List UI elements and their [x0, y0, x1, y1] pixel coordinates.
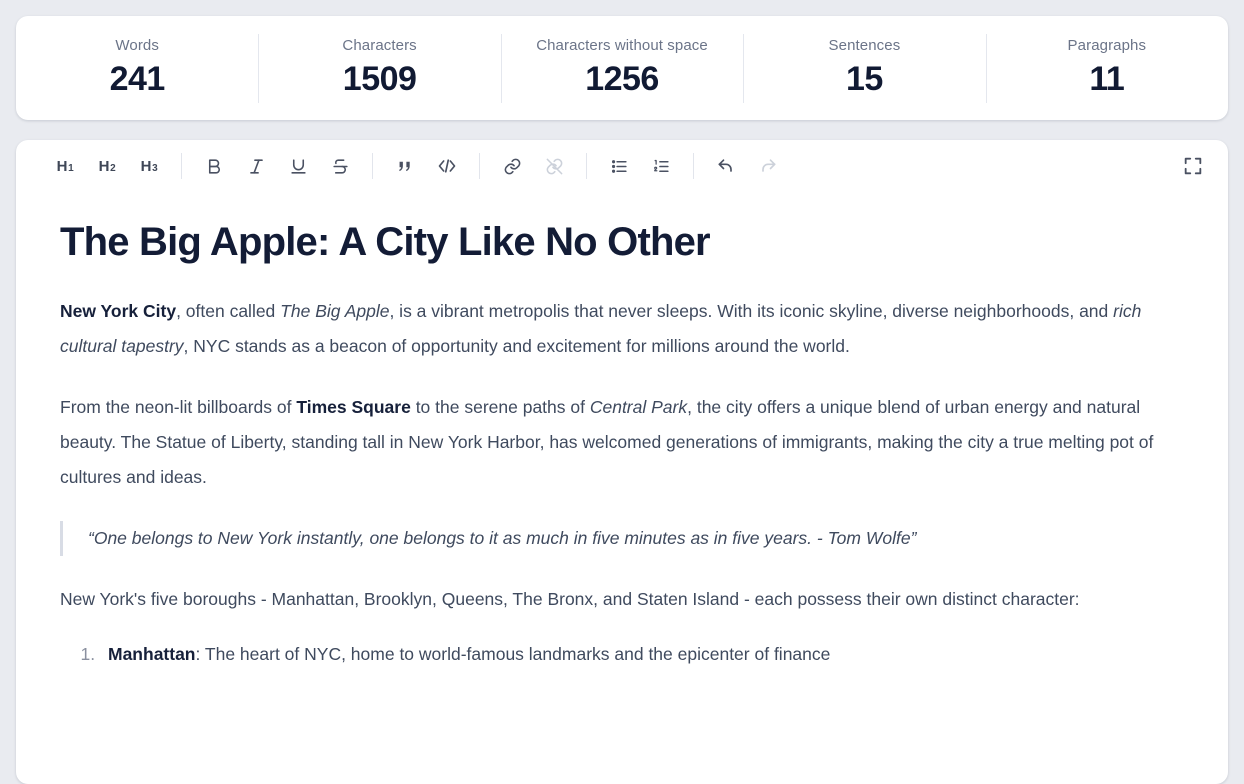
underline-button[interactable] [282, 150, 314, 182]
list-item: Manhattan: The heart of NYC, home to wor… [100, 637, 1184, 672]
paragraph-3: New York's five boroughs - Manhattan, Br… [60, 589, 1080, 609]
heading-3-label: H [140, 157, 152, 175]
toolbar-group-links [491, 150, 575, 182]
p1-text-2: , is a vibrant metropolis that never sle… [389, 301, 1114, 321]
bullet-list-icon [611, 159, 627, 173]
code-icon [438, 159, 456, 173]
redo-icon [762, 159, 776, 172]
undo-icon [718, 159, 732, 172]
p1-text-1: , often called [176, 301, 281, 321]
paragraph-2: From the neon-lit billboards of Times Sq… [60, 390, 1184, 495]
text-statistics-card: Words 241 Characters 1509 Characters wit… [16, 16, 1228, 120]
document-title: The Big Apple: A City Like No Other [60, 220, 711, 264]
code-block-button[interactable] [431, 150, 463, 182]
document-editor-content[interactable]: The Big Apple: A City Like No Other New … [16, 192, 1228, 784]
p2-italic-central-park: Central Park [589, 397, 688, 417]
blockquote-text: “One belongs to New York instantly, one … [88, 528, 917, 548]
bold-button[interactable] [198, 150, 230, 182]
heading-2-button[interactable]: H2 [91, 150, 123, 182]
stat-label: Words [115, 36, 159, 54]
italic-button[interactable] [240, 150, 272, 182]
paragraph-1: New York City, often called The Big Appl… [60, 294, 1184, 364]
heading-2-label: H [98, 157, 110, 175]
p2-text-2: to the serene paths of [410, 397, 590, 417]
link-icon [504, 158, 520, 174]
stat-value: 1509 [342, 59, 417, 98]
toolbar-divider [693, 153, 694, 179]
numbered-list-icon [653, 159, 669, 172]
unlink-icon [546, 158, 562, 174]
underline-icon [290, 158, 306, 174]
link-button[interactable] [496, 150, 528, 182]
toolbar-group-lists [598, 150, 682, 182]
stat-value: 241 [109, 59, 166, 98]
toolbar-divider [586, 153, 587, 179]
toolbar-group-blocks [384, 150, 468, 182]
boroughs-ordered-list: Manhattan: The heart of NYC, home to wor… [60, 637, 1184, 672]
editor-card: H1 H2 H3 The Big Apple: A City Like No O… [16, 140, 1228, 784]
stat-label: Characters without space [536, 36, 708, 54]
app-root: Words 241 Characters 1509 Characters wit… [0, 0, 1244, 784]
heading-2-level: 2 [110, 162, 116, 174]
undo-button[interactable] [710, 150, 742, 182]
toolbar-divider [372, 153, 373, 179]
stat-label: Sentences [828, 36, 901, 54]
heading-1-label: H [56, 157, 68, 175]
toolbar-group-history [705, 150, 789, 182]
stat-characters-without-space: Characters without space 1256 [500, 30, 743, 107]
p1-text-3: , NYC stands as a beacon of opportunity … [183, 336, 850, 356]
stat-paragraphs: Paragraphs 11 [985, 30, 1228, 107]
toolbar-group-headings: H1 H2 H3 [44, 150, 170, 182]
stat-sentences: Sentences 15 [743, 30, 985, 107]
numbered-list-button[interactable] [645, 150, 677, 182]
stat-value: 15 [846, 59, 883, 98]
blockquote: “One belongs to New York instantly, one … [60, 521, 1184, 556]
heading-1-level: 1 [68, 162, 74, 174]
heading-3-button[interactable]: H3 [133, 150, 165, 182]
toolbar-divider [181, 153, 182, 179]
p2-text-1: From the neon-lit billboards of [60, 397, 297, 417]
redo-button[interactable] [752, 150, 784, 182]
list-item-bold-manhattan: Manhattan [108, 644, 196, 664]
bold-icon [208, 158, 220, 174]
stat-words: Words 241 [16, 30, 258, 107]
blockquote-icon [398, 161, 410, 171]
unlink-button[interactable] [538, 150, 570, 182]
stat-label: Characters [342, 36, 417, 54]
heading-3-level: 3 [152, 162, 158, 174]
bullet-list-button[interactable] [603, 150, 635, 182]
fullscreen-icon [1184, 157, 1202, 175]
p2-bold-times-square: Times Square [296, 397, 411, 417]
strikethrough-button[interactable] [324, 150, 356, 182]
stat-value: 1256 [585, 59, 659, 98]
fullscreen-button[interactable] [1177, 150, 1209, 182]
stat-value: 11 [1089, 59, 1125, 98]
italic-icon [249, 158, 263, 174]
editor-toolbar: H1 H2 H3 [16, 140, 1228, 192]
blockquote-button[interactable] [389, 150, 421, 182]
list-item-text: : The heart of NYC, home to world-famous… [195, 644, 831, 664]
stat-characters: Characters 1509 [258, 30, 500, 107]
toolbar-group-inline-format [193, 150, 361, 182]
strikethrough-icon [332, 158, 348, 174]
stat-label: Paragraphs [1067, 36, 1147, 54]
p1-italic-the-big-apple: The Big Apple [280, 301, 390, 321]
p1-bold-new-york-city: New York City [60, 301, 177, 321]
heading-1-button[interactable]: H1 [49, 150, 81, 182]
toolbar-divider [479, 153, 480, 179]
